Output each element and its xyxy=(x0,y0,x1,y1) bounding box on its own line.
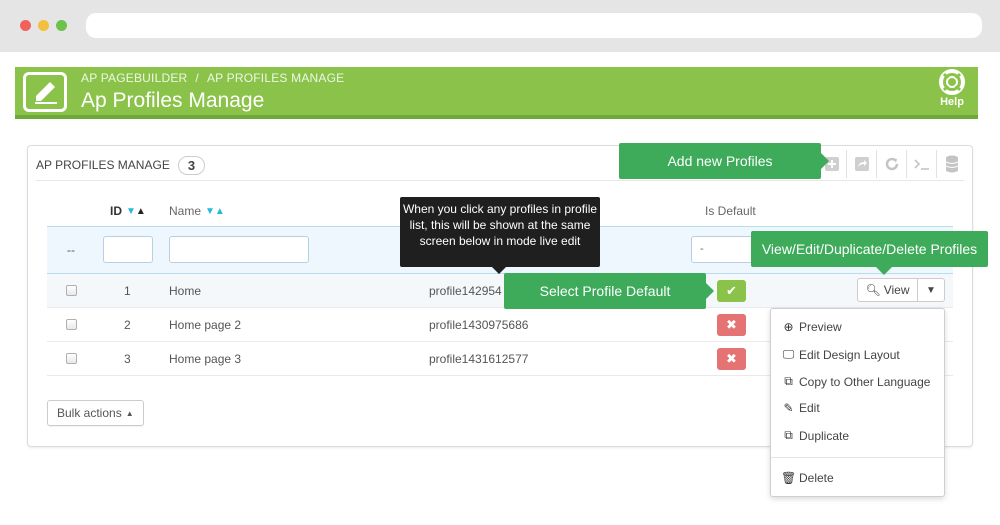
breadcrumb-item-pagebuilder[interactable]: AP PAGEBUILDER xyxy=(81,71,187,85)
row-name: Home page 3 xyxy=(169,351,242,366)
zoom-icon: ⊕ xyxy=(783,320,794,334)
caret-up-icon: ▲ xyxy=(125,408,134,418)
panel-title: AP PROFILES MANAGE xyxy=(36,158,170,172)
column-is-default: Is Default xyxy=(705,196,756,226)
view-button[interactable]: 🔍︎ View xyxy=(857,278,918,302)
tooltip-pointer xyxy=(492,267,506,274)
actions-dropdown-toggle[interactable]: ▼ xyxy=(917,278,945,302)
help-button[interactable]: Help xyxy=(936,69,968,108)
address-bar[interactable] xyxy=(86,13,982,38)
row-id: 3 xyxy=(124,351,131,366)
filter-dashes: -- xyxy=(67,243,75,257)
menu-item-edit-design-layout[interactable]: 🖵︎ Edit Design Layout xyxy=(781,347,900,362)
column-id-label: ID xyxy=(110,204,122,218)
callout-pointer xyxy=(876,267,892,275)
row-profile-key: profile1431612577 xyxy=(429,351,529,366)
callout-view-edit: View/Edit/Duplicate/Delete Profiles xyxy=(751,231,988,267)
page-title: Ap Profiles Manage xyxy=(81,89,265,112)
cross-icon[interactable]: ✖ xyxy=(717,313,746,336)
profile-actions-menu: ⊕ Preview 🖵︎ Edit Design Layout ⧉ Copy to O… xyxy=(770,308,945,497)
column-id[interactable]: ID ▼ ▲ xyxy=(110,196,146,226)
default-toggle[interactable]: ✔ xyxy=(717,274,746,307)
bulk-actions-label: Bulk actions xyxy=(57,406,122,420)
row-checkbox[interactable] xyxy=(66,274,77,307)
menu-item-delete[interactable]: 🗑︎ Delete xyxy=(781,471,834,485)
menu-item-edit[interactable]: ✎ Edit xyxy=(781,401,819,415)
sort-asc-icon[interactable]: ▲ xyxy=(136,206,146,217)
close-window-dot[interactable] xyxy=(20,20,31,31)
default-toggle[interactable]: ✖ xyxy=(717,308,746,341)
copy-icon: ⧉ xyxy=(784,428,793,442)
table-row[interactable]: 1 Home profile142954 ✔ 🔍︎ View ▼ xyxy=(47,274,953,308)
sort-asc-icon[interactable]: ▲ xyxy=(215,206,225,217)
column-name[interactable]: Name ▼ ▲ xyxy=(169,196,225,226)
menu-divider xyxy=(771,457,944,458)
row-profile-key: profile142954 xyxy=(429,283,502,298)
panel-toolbar xyxy=(816,150,966,178)
refresh-icon[interactable] xyxy=(876,150,906,178)
breadcrumb-separator: / xyxy=(195,71,199,85)
menu-item-preview[interactable]: ⊕ Preview xyxy=(781,320,841,334)
row-id: 1 xyxy=(124,283,131,298)
export-icon[interactable] xyxy=(846,150,876,178)
callout-select-default: Select Profile Default xyxy=(504,273,706,309)
tooltip-live-edit: When you click any profiles in profile l… xyxy=(400,197,600,267)
browser-chrome xyxy=(0,0,1000,52)
filter-name-input[interactable] xyxy=(169,236,309,263)
sort-desc-icon[interactable]: ▼ xyxy=(205,206,215,217)
row-profile-key: profile1430975686 xyxy=(429,317,529,332)
check-icon[interactable]: ✔ xyxy=(717,279,746,302)
panel-heading: AP PROFILES MANAGE 3 xyxy=(36,153,206,177)
monitor-icon: 🖵︎ xyxy=(782,347,795,361)
terminal-icon[interactable] xyxy=(906,150,936,178)
maximize-window-dot[interactable] xyxy=(56,20,67,31)
profile-count-badge: 3 xyxy=(177,155,206,175)
row-id: 2 xyxy=(124,317,131,332)
breadcrumb-item-profiles[interactable]: AP PROFILES MANAGE xyxy=(207,71,344,85)
pencil-icon: ✎ xyxy=(783,401,794,415)
row-checkbox[interactable] xyxy=(66,308,77,341)
breadcrumb: AP PAGEBUILDER / AP PROFILES MANAGE xyxy=(81,71,344,85)
callout-pointer xyxy=(821,153,829,169)
column-is-default-label: Is Default xyxy=(705,204,756,218)
copy-icon: ⧉ xyxy=(784,374,793,388)
page-header: AP PAGEBUILDER / AP PROFILES MANAGE Ap Pro… xyxy=(15,67,978,119)
caret-down-icon: ▼ xyxy=(926,284,936,296)
minimize-window-dot[interactable] xyxy=(38,20,49,31)
row-name: Home page 2 xyxy=(169,317,242,332)
callout-add-profiles: Add new Profiles xyxy=(619,143,821,179)
lifebuoy-icon xyxy=(939,69,965,95)
trash-icon: 🗑︎ xyxy=(781,471,797,485)
row-name: Home xyxy=(169,283,202,298)
help-label: Help xyxy=(940,96,964,108)
panel-divider xyxy=(36,180,964,181)
database-icon[interactable] xyxy=(936,150,966,178)
default-toggle[interactable]: ✖ xyxy=(717,342,746,375)
menu-item-copy-language[interactable]: ⧉ Copy to Other Language xyxy=(781,374,930,389)
zoom-icon: 🔍︎ xyxy=(865,283,881,297)
cross-icon[interactable]: ✖ xyxy=(717,347,746,370)
row-checkbox[interactable] xyxy=(66,342,77,375)
menu-item-duplicate[interactable]: ⧉ Duplicate xyxy=(781,428,849,443)
column-name-label: Name xyxy=(169,204,202,218)
sort-desc-icon[interactable]: ▼ xyxy=(126,206,136,217)
filter-id-input[interactable] xyxy=(103,236,153,263)
edit-page-icon xyxy=(23,72,67,112)
bulk-actions-button[interactable]: Bulk actions ▲ xyxy=(47,400,144,426)
callout-pointer xyxy=(706,283,714,299)
view-label: View xyxy=(883,283,910,297)
